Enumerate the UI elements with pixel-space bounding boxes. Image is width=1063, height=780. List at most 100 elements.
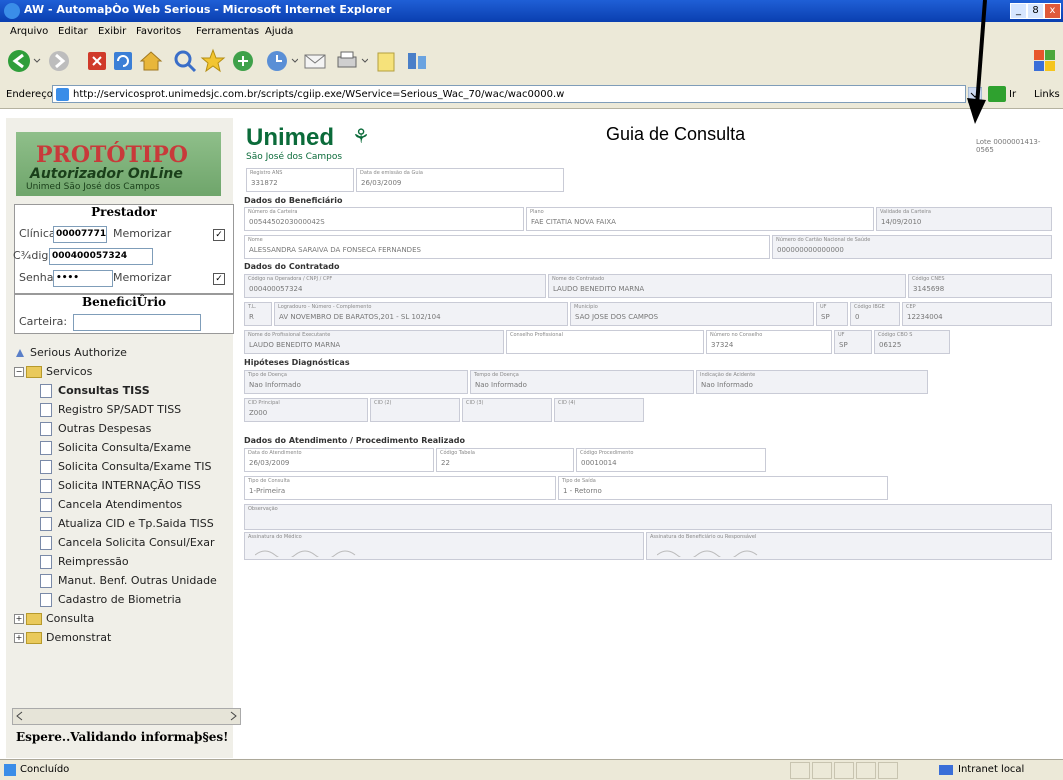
menu-ajuda[interactable]: Ajuda [265,26,293,37]
senha-input[interactable]: •••• [53,270,113,287]
tree-item-cancela-atendimentos[interactable]: Cancela Atendimentos [40,498,182,512]
menu-ferramentas[interactable]: Ferramentas [196,26,259,37]
collapse-icon[interactable]: − [14,367,24,377]
logo-line2: Autorizador OnLine [30,166,183,182]
field-label: CID Principal [248,400,280,406]
tree-servicos[interactable]: − Servicos [14,365,92,378]
memorizar-label-2: Memorizar [113,271,172,284]
back-icon[interactable] [6,48,42,74]
field-label: Código IBGE [854,304,885,310]
field-value: Z000 [249,409,268,417]
field-label: Nome [248,237,263,243]
signature-icon-2 [657,550,758,557]
tempo-doenca-field: Tempo de Doença Nao Informado [470,370,694,394]
document-icon [40,384,52,398]
tree-item-manut-benf[interactable]: Manut. Benf. Outras Unidade [40,574,217,588]
beneficiario-heading: BeneficiÛrio [81,295,167,309]
prototype-logo: PROTÓTIPO Autorizador OnLine Unimed São … [16,132,221,196]
maximize-button[interactable]: 8 [1027,3,1044,19]
refresh-icon[interactable] [112,48,134,74]
edit-icon[interactable] [374,48,400,74]
tree-item-cancela-solicita[interactable]: Cancela Solicita Consul/Exar [40,536,215,550]
tree-item-outras-despesas[interactable]: Outras Despesas [40,422,151,436]
tree-item-solicita-internacao[interactable]: Solicita INTERNAÇÃO TISS [40,479,201,493]
scroll-left-icon[interactable] [14,710,26,722]
field-label: Tipo de Consulta [248,478,290,484]
expand-icon[interactable]: + [14,614,24,624]
memorizar-label: Memorizar [113,227,172,240]
field-value: 000400057324 [249,285,303,293]
data-emissao-field: Data de emissão da Guia 26/03/2009 [356,168,564,192]
window-title: AW - AutomaþÒo Web Serious - Microsoft I… [24,3,392,16]
document-icon [40,441,52,455]
tree-item-solicita-consulta-tiss[interactable]: Solicita Consulta/Exame TIS [40,460,212,474]
document-icon [40,460,52,474]
close-button[interactable]: x [1044,3,1061,19]
clinica-input[interactable]: 00007771 [53,226,107,243]
assinatura-beneficiario-field: Assinatura do Beneficiário ou Responsáve… [646,532,1052,560]
messenger-icon[interactable] [404,48,430,74]
memorizar-checkbox-2[interactable]: ✓ [213,273,225,285]
print-icon[interactable] [334,48,368,74]
expand-icon[interactable]: + [14,633,24,643]
tree-item-registro-sp-sadt[interactable]: Registro SP/SADT TISS [40,403,181,417]
signature-icon [255,550,356,557]
tree-item-reimpressao[interactable]: Reimpressão [40,555,129,569]
folder-icon [26,632,42,644]
tree-item-solicita-consulta[interactable]: Solicita Consulta/Exame [40,441,191,455]
tree-consulta[interactable]: + Consulta [14,612,94,625]
field-label: Nome do Profissional Executante [248,332,331,338]
menu-arquivo[interactable]: Arquivo [10,26,48,37]
logradouro-field: Logradouro - Número - Complemento AV NOVE… [274,302,568,326]
sidebar-horizontal-scrollbar[interactable] [12,708,241,725]
codigo-tabela-field: Código Tabela 22 [436,448,574,472]
tipo-doenca-field: Tipo de Doença Nao Informado [244,370,468,394]
page-icon [56,88,69,101]
menu-editar[interactable]: Editar [58,26,88,37]
cep-field: CEP 12234004 [902,302,1052,326]
tree-item-atualiza-cid[interactable]: Atualiza CID e Tp.Saida TISS [40,517,214,531]
home-icon[interactable] [138,48,164,74]
media-icon[interactable] [230,48,256,74]
tree-item-label: Cadastro de Biometria [58,593,182,606]
scroll-right-icon[interactable] [227,710,239,722]
forward-icon[interactable] [46,48,76,74]
codigo-input[interactable]: 000400057324 [49,248,153,265]
search-icon[interactable] [172,48,198,74]
address-input[interactable]: http://servicosprot.unimedsjc.com.br/scr… [52,85,966,103]
tree-demonstrat[interactable]: + Demonstrat [14,631,111,644]
field-value: SP [839,341,848,349]
history-icon[interactable] [264,48,298,74]
field-label: UF [838,332,845,338]
tree-servicos-label: Servicos [46,365,93,378]
folder-icon [26,613,42,625]
mail-icon[interactable] [302,48,328,74]
memorizar-checkbox[interactable]: ✓ [213,229,225,241]
uf-field: UF SP [816,302,848,326]
favorites-icon[interactable] [200,48,226,74]
field-value: 22 [441,459,450,467]
nome-beneficiario-field: Nome ALESSANDRA SARAIVA DA FONSECA FERNAN… [244,235,770,259]
tree-consulta-label: Consulta [46,612,95,625]
tree-item-label: Solicita Consulta/Exame TIS [58,460,212,473]
carteira-field: Número da Carteira 0054450203000042S [244,207,524,231]
field-value: 000000000000000 [777,246,844,254]
field-value: SP [821,313,830,321]
observacao-field: Observação [244,504,1052,530]
links-label[interactable]: Links [1034,89,1060,100]
cid4-field: CID (4) [554,398,644,422]
tree-item-consultas-tiss[interactable]: Consultas TISS [40,384,150,398]
codigo-procedimento-field: Código Procedimento 00010014 [576,448,766,472]
carteira-input[interactable] [73,314,201,331]
tree-item-cadastro-biometria[interactable]: Cadastro de Biometria [40,593,181,607]
tree-root[interactable]: Serious Authorize [14,346,127,359]
minimize-button[interactable]: _ [1010,3,1027,19]
validating-message: Espere..Validando informaþ§es! [16,730,229,744]
menu-exibir[interactable]: Exibir [98,26,126,37]
field-label: Assinatura do Beneficiário ou Responsáve… [650,534,757,540]
field-value: ALESSANDRA SARAIVA DA FONSECA FERNANDES [249,246,421,254]
senha-label: Senha: [19,271,58,284]
menu-favoritos[interactable]: Favoritos [136,26,181,37]
stop-icon[interactable] [86,48,108,74]
go-label[interactable]: Ir [1009,89,1016,100]
